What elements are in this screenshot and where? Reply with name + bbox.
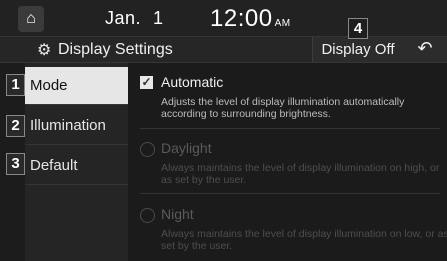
sidebar-item-mode[interactable]: Mode [25,67,128,105]
callout-label-2: 2 [6,115,25,137]
option-description: Always maintains the level of display il… [161,162,440,186]
home-icon: ⌂ [26,10,36,27]
home-button[interactable]: ⌂ [18,6,44,32]
mode-options-panel: ✓ Automatic Adjusts the level of display… [128,63,447,261]
radio-unselected-icon[interactable] [140,208,155,223]
radio-unselected-icon[interactable] [140,142,155,157]
date-day: 1 [153,8,164,28]
clock: 12:00 AM [210,5,291,33]
option-title: Daylight [161,140,212,156]
callout-label-3: 3 [6,153,25,175]
option-description: Adjusts the level of display illuminatio… [161,96,405,120]
option-description: Always maintains the level of display il… [161,228,447,252]
gear-icon: ⚙ [37,42,52,59]
sidebar: Mode Illumination Default [25,63,128,261]
page-title: Display Settings [58,41,173,58]
divider [140,128,440,129]
checkbox-checked-icon[interactable]: ✓ [140,76,153,89]
date-month: Jan. [105,8,142,28]
clock-time: 12:00 [210,5,273,32]
display-settings-screen: ⌂ Jan. 1 12:00 AM ⚙ Display Settings Displ… [0,0,447,261]
back-button[interactable]: ↶ [403,37,447,62]
display-off-button[interactable]: Display Off [312,37,404,62]
date-display: Jan. 1 [105,8,164,29]
callout-label-1: 1 [6,74,25,96]
clock-ampm: AM [274,18,291,29]
status-bar: ⌂ Jan. 1 12:00 AM [0,0,447,36]
callout-label-4: 4 [348,18,368,39]
sidebar-item-illumination[interactable]: Illumination [25,107,128,145]
option-title: Night [161,206,194,222]
back-arrow-icon: ↶ [417,38,433,58]
sidebar-item-default[interactable]: Default [25,147,128,185]
divider [140,193,440,194]
header-bar: ⚙ Display Settings Display Off ↶ [0,36,447,63]
option-title: Automatic [161,74,224,90]
